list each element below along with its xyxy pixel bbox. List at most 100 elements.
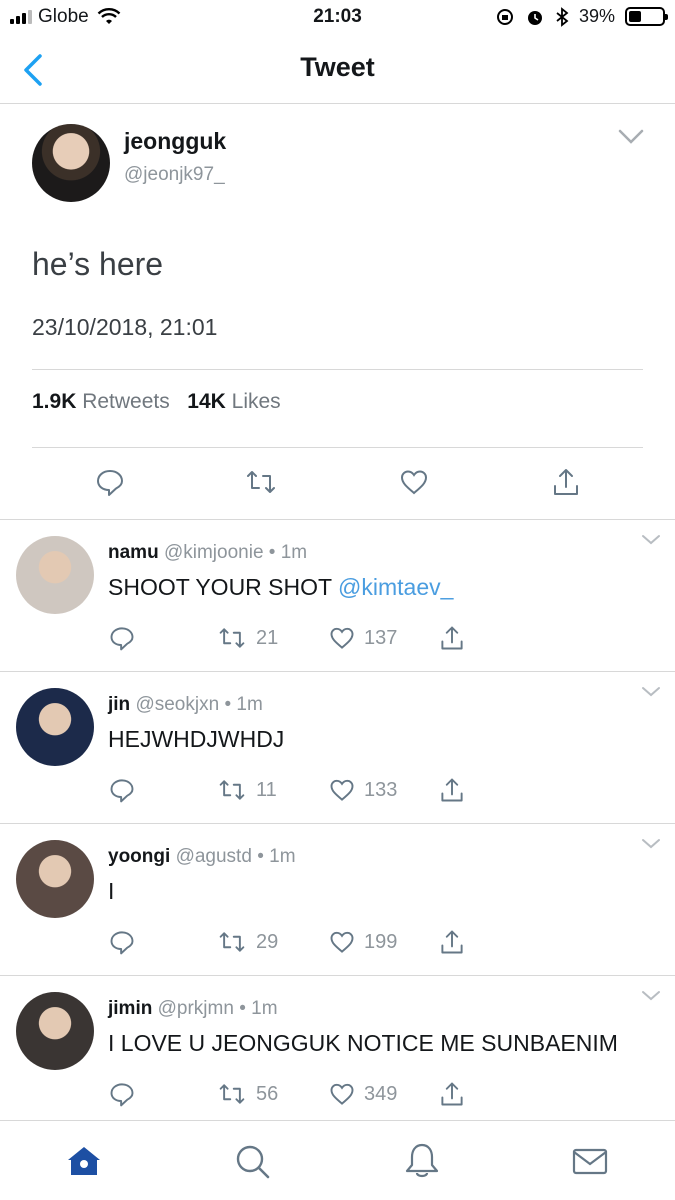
reply-icon[interactable] [108, 928, 136, 956]
bluetooth-icon [556, 6, 569, 27]
reply-button[interactable] [108, 928, 136, 956]
reply-button[interactable] [108, 624, 136, 652]
tweet-text: he’s here [32, 246, 164, 282]
author-name[interactable]: jeongguk [124, 128, 226, 155]
reply-actions: 11 133 [108, 776, 488, 806]
reply-author-name[interactable]: jin [108, 694, 130, 715]
chevron-down-icon[interactable] [617, 128, 645, 146]
likes-count[interactable]: 14K [187, 390, 226, 413]
main-actions [0, 466, 675, 502]
reply-time: 1m [251, 998, 278, 1019]
avatar[interactable] [16, 992, 94, 1070]
heart-icon[interactable] [398, 466, 430, 498]
avatar[interactable] [16, 840, 94, 918]
chevron-down-icon[interactable] [641, 534, 661, 546]
share-icon[interactable] [550, 466, 582, 498]
mention-link[interactable]: @kimtaev_ [338, 574, 453, 600]
retweet-button[interactable]: 21 [216, 624, 278, 652]
share-icon[interactable] [438, 928, 466, 956]
like-button[interactable]: 199 [328, 928, 397, 956]
heart-icon[interactable] [328, 1080, 356, 1108]
likes-label[interactable]: Likes [232, 390, 281, 413]
reply-header: yoongi @agustd • 1m [108, 846, 296, 868]
reply-text: I LOVE U JEONGGUK NOTICE ME SUNBAENIM [108, 1030, 618, 1057]
reply-author-handle[interactable]: @kimjoonie [164, 542, 264, 563]
retweet-button[interactable]: 29 [216, 928, 278, 956]
page-title: Tweet [300, 52, 375, 82]
dot-separator: • [268, 542, 281, 563]
reply-tweet[interactable]: namu @kimjoonie • 1m SHOOT YOUR SHOT @ki… [0, 520, 675, 672]
share-button[interactable] [438, 928, 466, 956]
reply-author-name[interactable]: jimin [108, 998, 152, 1019]
retweet-icon[interactable] [245, 466, 277, 498]
retweets-label[interactable]: Retweets [82, 390, 170, 413]
share-icon[interactable] [438, 1080, 466, 1108]
reply-icon[interactable] [108, 624, 136, 652]
retweets-count[interactable]: 1.9K [32, 390, 76, 413]
reply-author-handle[interactable]: @prkjmn [158, 998, 234, 1019]
reply-header: jin @seokjxn • 1m [108, 694, 263, 716]
like-button[interactable]: 133 [328, 776, 397, 804]
reply-tweet[interactable]: jimin @prkjmn • 1m I LOVE U JEONGGUK NOT… [0, 976, 675, 1128]
reply-tweet[interactable]: yoongi @agustd • 1m I 29 199 [0, 824, 675, 976]
avatar[interactable] [16, 536, 94, 614]
reply-text: HEJWHDJWHDJ [108, 726, 284, 753]
heart-icon[interactable] [328, 776, 356, 804]
reply-time: 1m [280, 542, 308, 563]
chevron-down-icon[interactable] [641, 686, 661, 698]
home-icon[interactable] [64, 1141, 104, 1181]
reply-text: I [108, 878, 114, 905]
retweet-icon[interactable] [216, 1080, 248, 1108]
mail-icon[interactable] [570, 1141, 610, 1181]
reply-author-handle[interactable]: @seokjxn [135, 694, 219, 715]
dot-separator: • [239, 998, 252, 1019]
reply-header: namu @kimjoonie • 1m [108, 542, 307, 564]
tab-bar [0, 1120, 675, 1200]
tweet-timestamp: 23/10/2018, 21:01 [32, 314, 218, 340]
search-icon[interactable] [232, 1141, 272, 1181]
dot-separator: • [257, 846, 270, 867]
share-icon[interactable] [438, 624, 466, 652]
avatar[interactable] [16, 688, 94, 766]
like-count: 349 [364, 1082, 398, 1105]
reply-button[interactable] [108, 776, 136, 804]
reply-body: SHOOT YOUR SHOT [108, 574, 339, 600]
like-button[interactable]: 137 [328, 624, 397, 652]
reply-button[interactable] [108, 1080, 136, 1108]
reply-body: I LOVE U JEONGGUK NOTICE ME SUNBAENIM [108, 1030, 618, 1056]
retweet-button[interactable]: 11 [216, 776, 277, 804]
bell-icon[interactable] [402, 1141, 442, 1181]
reply-author-name[interactable]: namu [108, 542, 159, 563]
orientation-lock-icon [496, 8, 513, 25]
reply-body: HEJWHDJWHDJ [108, 726, 285, 752]
reply-icon[interactable] [108, 1080, 136, 1108]
author-handle[interactable]: @jeonjk97_ [124, 164, 225, 186]
reply-body: I [108, 878, 115, 904]
share-button[interactable] [438, 1080, 466, 1108]
retweet-icon[interactable] [216, 776, 248, 804]
share-button[interactable] [438, 776, 466, 804]
dot-separator: • [224, 694, 237, 715]
reply-author-name[interactable]: yoongi [108, 846, 170, 867]
avatar[interactable] [32, 124, 110, 202]
retweet-icon[interactable] [216, 928, 248, 956]
divider [32, 447, 643, 448]
chevron-down-icon[interactable] [641, 838, 661, 850]
retweet-icon[interactable] [216, 624, 248, 652]
reply-actions: 56 349 [108, 1080, 488, 1110]
like-count: 133 [364, 778, 398, 801]
share-icon[interactable] [438, 776, 466, 804]
reply-tweet[interactable]: jin @seokjxn • 1m HEJWHDJWHDJ 11 133 [0, 672, 675, 824]
heart-icon[interactable] [328, 624, 356, 652]
chevron-down-icon[interactable] [641, 990, 661, 1002]
retweet-count: 29 [256, 930, 279, 953]
like-button[interactable]: 349 [328, 1080, 397, 1108]
reply-author-handle[interactable]: @agustd [176, 846, 252, 867]
heart-icon[interactable] [328, 928, 356, 956]
reply-icon[interactable] [108, 776, 136, 804]
main-tweet: jeongguk @jeonjk97_ he’s here 23/10/2018… [0, 104, 675, 520]
retweet-button[interactable]: 56 [216, 1080, 278, 1108]
reply-icon[interactable] [94, 466, 126, 498]
share-button[interactable] [438, 624, 466, 652]
reply-text: SHOOT YOUR SHOT @kimtaev_ [108, 574, 453, 601]
